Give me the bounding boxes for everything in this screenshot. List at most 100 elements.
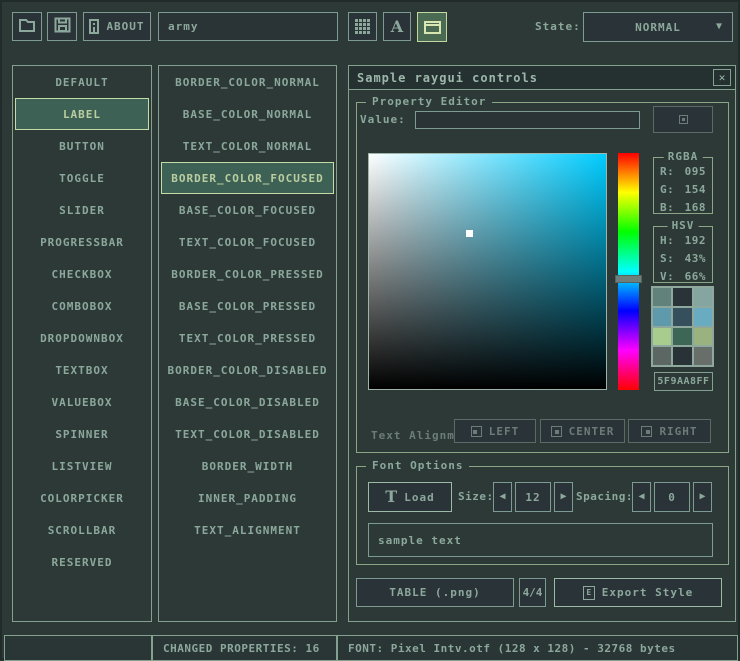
color-swatch[interactable] bbox=[653, 288, 671, 306]
font-load-label: Load bbox=[404, 491, 435, 504]
controls-item-spinner[interactable]: SPINNER bbox=[15, 418, 149, 450]
about-button[interactable]: ABOUT bbox=[83, 12, 151, 41]
about-button-label: ABOUT bbox=[106, 20, 144, 33]
controls-item-default[interactable]: DEFAULT bbox=[15, 66, 149, 98]
controls-item-button[interactable]: BUTTON bbox=[15, 130, 149, 162]
window-close-button[interactable]: ✕ bbox=[713, 69, 731, 86]
controls-item-scrollbar[interactable]: SCROLLBAR bbox=[15, 514, 149, 546]
font-spacing-label: Spacing: bbox=[576, 490, 633, 503]
controls-item-label[interactable]: LABEL bbox=[15, 98, 149, 130]
color-swatch[interactable] bbox=[694, 328, 712, 346]
window-titlebar[interactable]: Sample raygui controls bbox=[349, 66, 735, 90]
controls-item-progressbar[interactable]: PROGRESSBAR bbox=[15, 226, 149, 258]
open-file-button[interactable] bbox=[12, 12, 42, 41]
export-table-button[interactable]: TABLE (.png) bbox=[356, 578, 514, 607]
v-label: V: bbox=[660, 268, 674, 286]
align-center-button[interactable]: CENTER bbox=[540, 419, 625, 443]
controls-item-slider[interactable]: SLIDER bbox=[15, 194, 149, 226]
color-swatch[interactable] bbox=[694, 308, 712, 326]
hue-slider-handle[interactable] bbox=[615, 275, 642, 283]
value-apply-button[interactable] bbox=[653, 106, 713, 133]
g-label: G: bbox=[660, 181, 674, 199]
property-item-text-alignment[interactable]: TEXT_ALIGNMENT bbox=[161, 514, 334, 546]
color-swatch[interactable] bbox=[673, 347, 691, 365]
text-alignment-label: Text Alignme bbox=[371, 424, 454, 448]
font-view-button[interactable]: A bbox=[383, 12, 411, 41]
controls-item-checkbox[interactable]: CHECKBOX bbox=[15, 258, 149, 290]
property-item-inner-padding[interactable]: INNER_PADDING bbox=[161, 482, 334, 514]
export-style-button[interactable]: E Export Style bbox=[554, 578, 722, 607]
controls-item-valuebox[interactable]: VALUEBOX bbox=[15, 386, 149, 418]
controls-item-toggle[interactable]: TOGGLE bbox=[15, 162, 149, 194]
value-input[interactable] bbox=[415, 111, 640, 129]
property-item-border-color-pressed[interactable]: BORDER_COLOR_PRESSED bbox=[161, 258, 334, 290]
property-item-base-color-pressed[interactable]: BASE_COLOR_PRESSED bbox=[161, 290, 334, 322]
property-item-base-color-focused[interactable]: BASE_COLOR_FOCUSED bbox=[161, 194, 334, 226]
property-item-border-color-disabled[interactable]: BORDER_COLOR_DISABLED bbox=[161, 354, 334, 386]
property-item-border-color-focused[interactable]: BORDER_COLOR_FOCUSED bbox=[161, 162, 334, 194]
color-swatch[interactable] bbox=[653, 328, 671, 346]
font-spacing-decrement-button[interactable]: ◀ bbox=[632, 482, 651, 512]
font-size-decrement-button[interactable]: ◀ bbox=[493, 482, 512, 512]
export-page-value: 4/4 bbox=[523, 586, 543, 599]
property-item-base-color-disabled[interactable]: BASE_COLOR_DISABLED bbox=[161, 386, 334, 418]
style-name-input-field[interactable] bbox=[159, 13, 337, 40]
rgba-group: RGBA R:095 G:154 B:168 bbox=[653, 157, 713, 214]
property-item-border-width[interactable]: BORDER_WIDTH bbox=[161, 450, 334, 482]
h-value: 192 bbox=[685, 232, 706, 250]
chevron-left-icon: ◀ bbox=[638, 492, 644, 502]
grid-snap-button[interactable] bbox=[348, 12, 377, 41]
r-label: R: bbox=[660, 163, 674, 181]
statusbar-empty-segment bbox=[4, 635, 152, 661]
window-view-button[interactable] bbox=[417, 12, 447, 42]
font-size-increment-button[interactable]: ▶ bbox=[554, 482, 573, 512]
style-name-input[interactable] bbox=[158, 12, 338, 41]
controls-item-reserved[interactable]: RESERVED bbox=[15, 546, 149, 578]
color-swatch[interactable] bbox=[694, 288, 712, 306]
color-swatch[interactable] bbox=[673, 328, 691, 346]
sample-controls-window: Sample raygui controls ✕ Property Editor… bbox=[348, 65, 736, 622]
font-spacing-value-box[interactable]: 0 bbox=[654, 482, 690, 512]
properties-list-panel: BORDER_COLOR_NORMAL BASE_COLOR_NORMAL TE… bbox=[158, 65, 337, 622]
state-dropdown-value: NORMAL bbox=[635, 21, 681, 34]
align-left-label: LEFT bbox=[489, 425, 520, 438]
property-item-border-color-normal[interactable]: BORDER_COLOR_NORMAL bbox=[161, 66, 334, 98]
color-swatch[interactable] bbox=[673, 288, 691, 306]
controls-item-dropdownbox[interactable]: DROPDOWNBOX bbox=[15, 322, 149, 354]
controls-item-listview[interactable]: LISTVIEW bbox=[15, 450, 149, 482]
color-picker-cursor[interactable] bbox=[466, 230, 473, 237]
align-left-button[interactable]: LEFT bbox=[454, 419, 536, 443]
save-file-button[interactable] bbox=[47, 12, 77, 41]
hue-bar[interactable] bbox=[618, 153, 639, 390]
export-page-counter[interactable]: 4/4 bbox=[519, 578, 546, 607]
font-spacing-increment-button[interactable]: ▶ bbox=[693, 482, 712, 512]
font-size-value-box[interactable]: 12 bbox=[515, 482, 551, 512]
hex-color-input[interactable]: 5F9AA8FF bbox=[654, 372, 713, 391]
controls-item-textbox[interactable]: TEXTBOX bbox=[15, 354, 149, 386]
font-load-button[interactable]: T Load bbox=[368, 482, 452, 512]
align-right-label: RIGHT bbox=[659, 425, 697, 438]
grid-icon bbox=[355, 19, 370, 34]
state-label: State: bbox=[535, 20, 581, 33]
color-swatch[interactable] bbox=[653, 308, 671, 326]
property-item-base-color-normal[interactable]: BASE_COLOR_NORMAL bbox=[161, 98, 334, 130]
color-swatch[interactable] bbox=[673, 308, 691, 326]
r-value: 095 bbox=[685, 163, 706, 181]
property-editor-group-label: Property Editor bbox=[366, 95, 492, 108]
floppy-disk-icon bbox=[54, 17, 71, 36]
value-label: Value: bbox=[360, 113, 406, 126]
align-right-button[interactable]: RIGHT bbox=[628, 419, 711, 443]
color-swatch[interactable] bbox=[694, 347, 712, 365]
property-item-text-color-disabled[interactable]: TEXT_COLOR_DISABLED bbox=[161, 418, 334, 450]
controls-item-combobox[interactable]: COMBOBOX bbox=[15, 290, 149, 322]
property-item-text-color-normal[interactable]: TEXT_COLOR_NORMAL bbox=[161, 130, 334, 162]
state-dropdown[interactable]: NORMAL ▼ bbox=[583, 12, 733, 42]
sample-text-input[interactable]: sample text bbox=[368, 523, 713, 557]
align-center-label: CENTER bbox=[569, 425, 615, 438]
color-picker-gradient[interactable] bbox=[368, 153, 607, 390]
property-item-text-color-focused[interactable]: TEXT_COLOR_FOCUSED bbox=[161, 226, 334, 258]
v-value: 66% bbox=[685, 268, 706, 286]
property-item-text-color-pressed[interactable]: TEXT_COLOR_PRESSED bbox=[161, 322, 334, 354]
controls-item-colorpicker[interactable]: COLORPICKER bbox=[15, 482, 149, 514]
color-swatch[interactable] bbox=[653, 347, 671, 365]
